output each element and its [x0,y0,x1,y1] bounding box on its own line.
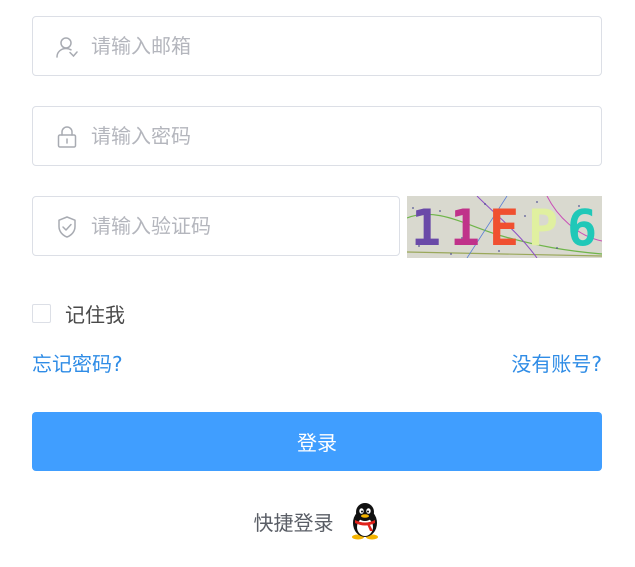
password-field[interactable] [32,106,602,166]
login-button[interactable]: 登录 [32,412,602,471]
remember-me-label: 记住我 [65,302,125,327]
captcha-char-1: 1 [411,199,441,257]
captcha-char-2: 1 [450,199,480,257]
quick-login-label: 快捷登录 [253,510,334,535]
code-field[interactable] [32,196,400,256]
captcha-char-4: P [528,199,558,257]
email-field[interactable] [32,16,602,76]
captcha-char-3: E [489,199,519,257]
user-icon [56,37,78,58]
checkbox-box[interactable] [32,303,51,323]
remember-me-checkbox[interactable]: 记住我 [32,300,125,327]
quick-login-row: 快捷登录 [0,500,635,542]
lock-icon [57,126,77,148]
register-link[interactable]: 没有账号? [511,348,602,377]
captcha-image[interactable]: 1 1 E P 6 [407,196,602,258]
shield-check-icon [58,216,76,238]
qq-penguin-icon[interactable] [348,502,382,540]
forgot-password-link[interactable]: 忘记密码? [32,348,123,377]
captcha-char-5: 6 [567,199,597,257]
code-input[interactable] [91,197,381,255]
email-input[interactable] [91,17,571,75]
password-input[interactable] [91,107,571,165]
